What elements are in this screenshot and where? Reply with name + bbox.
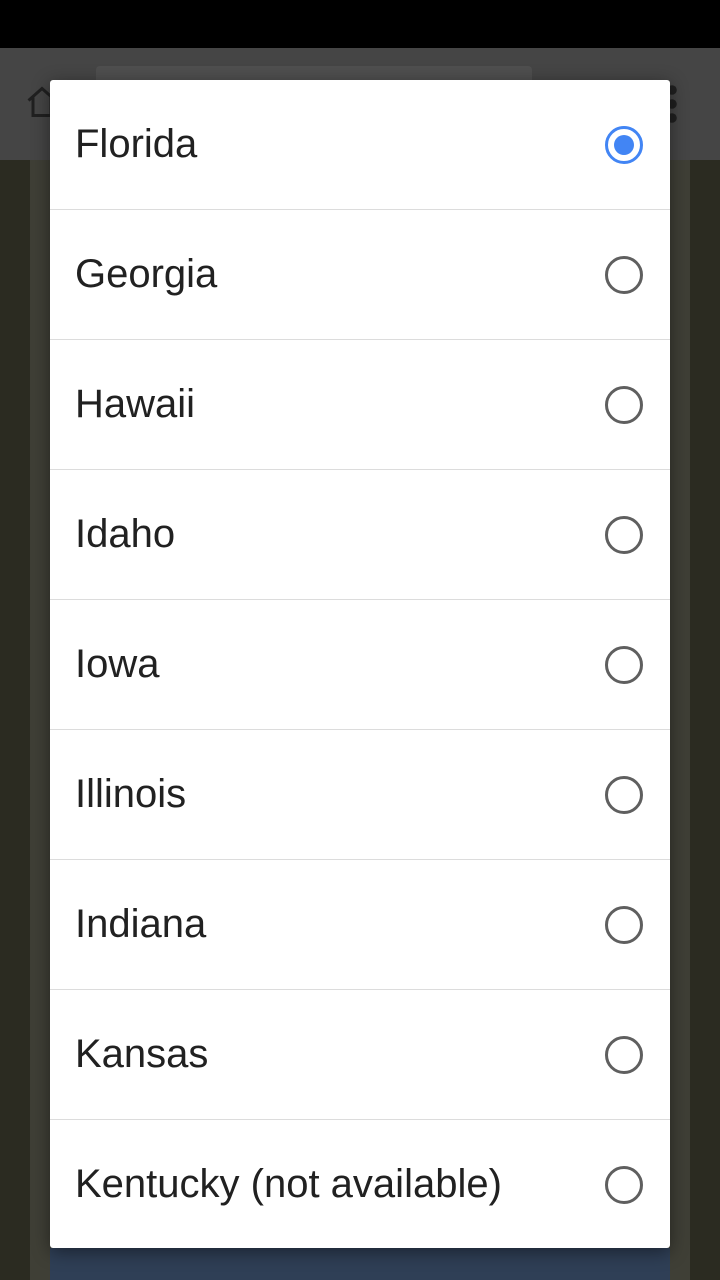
radio-unselected-icon[interactable] [604,255,644,295]
state-select-dialog: Florida Georgia Hawaii Idaho Iowa Illino… [50,80,670,1248]
option-row[interactable]: Kansas [50,990,670,1120]
option-label: Florida [75,122,198,166]
radio-unselected-icon[interactable] [604,645,644,685]
option-row[interactable]: Florida [50,80,670,210]
radio-unselected-icon[interactable] [604,905,644,945]
option-label: Iowa [75,642,160,686]
option-label: Kentucky (not available) [75,1162,502,1206]
option-label: Kansas [75,1032,209,1076]
option-row[interactable]: Hawaii [50,340,670,470]
option-label: Illinois [75,772,187,816]
radio-unselected-icon[interactable] [604,385,644,425]
option-row[interactable]: Iowa [50,600,670,730]
radio-unselected-icon[interactable] [604,775,644,815]
option-row[interactable]: Georgia [50,210,670,340]
option-row[interactable]: Illinois [50,730,670,860]
option-label: Idaho [75,512,176,556]
radio-unselected-icon[interactable] [604,515,644,555]
radio-unselected-icon[interactable] [604,1035,644,1075]
option-label: Hawaii [75,382,196,426]
option-label: Georgia [75,252,218,296]
radio-selected-icon[interactable] [604,125,644,165]
option-row[interactable]: Idaho [50,470,670,600]
radio-unselected-icon[interactable] [604,1165,644,1205]
option-row[interactable]: Indiana [50,860,670,990]
option-label: Indiana [75,902,207,946]
status-bar [0,0,720,48]
option-row[interactable]: Kentucky (not available) [50,1120,670,1248]
